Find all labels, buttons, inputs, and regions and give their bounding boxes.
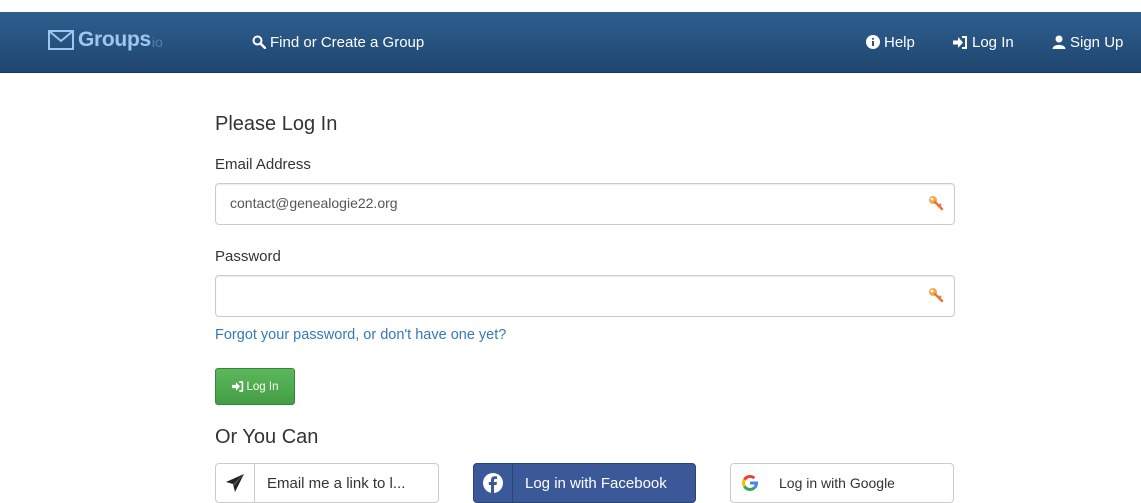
sign-in-icon [953,35,967,49]
page-title: Please Log In [215,113,338,135]
facebook-login-button[interactable]: Log in with Facebook [473,463,696,503]
find-group-link[interactable]: Find or Create a Group [252,12,424,72]
envelope-icon [48,30,74,50]
email-label: Email Address [215,156,311,173]
password-label: Password [215,248,281,265]
forgot-password-link[interactable]: Forgot your password, or don't have one … [215,327,506,343]
sign-in-icon [231,381,243,392]
help-link[interactable]: Help [866,12,915,72]
google-login-button[interactable]: Log in with Google [730,463,954,503]
top-navbar: Groups io Find or Create a Group Help Lo… [0,12,1141,73]
user-icon [1052,35,1066,49]
email-value: contact@genealogie22.org [230,195,398,211]
facebook-login-label: Log in with Facebook [525,474,667,492]
email-link-label: Email me a link to l... [267,474,406,492]
login-nav-link[interactable]: Log In [953,12,1014,72]
email-field[interactable]: contact@genealogie22.org [215,183,955,225]
help-label: Help [884,33,915,51]
key-icon [929,196,944,211]
signup-link[interactable]: Sign Up [1052,12,1123,72]
facebook-icon [474,464,513,502]
google-login-label: Log in with Google [779,475,895,491]
login-button-label: Log In [246,380,279,393]
brand-name: Groups [78,28,151,51]
login-nav-label: Log In [972,33,1014,51]
google-icon [731,464,769,502]
brand-suffix: io [151,34,163,50]
email-link-button[interactable]: Email me a link to l... [215,463,439,503]
paper-plane-icon [216,464,255,502]
info-icon [866,35,880,49]
brand-logo[interactable]: Groups io [48,26,163,54]
alternatives-heading: Or You Can [215,426,319,448]
login-button[interactable]: Log In [215,368,295,405]
signup-label: Sign Up [1070,33,1124,51]
find-group-label: Find or Create a Group [270,33,425,51]
password-field[interactable] [215,275,955,317]
search-icon [252,35,266,49]
key-icon [929,288,944,303]
